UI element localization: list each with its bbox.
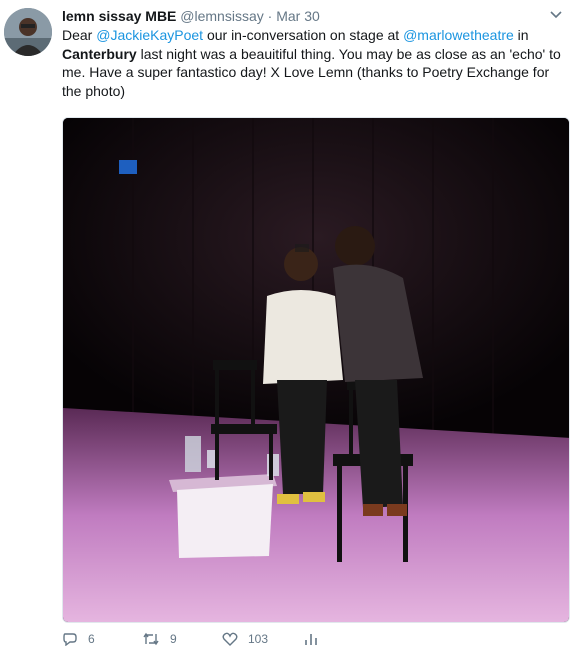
mention-link[interactable]: @marlowetheatre (403, 27, 514, 43)
avatar-image (4, 8, 52, 56)
chevron-down-icon[interactable] (549, 10, 563, 20)
reply-count: 6 (88, 632, 95, 646)
tweet-timestamp[interactable]: Mar 30 (276, 8, 320, 24)
text-segment: in (513, 27, 529, 43)
reply-action[interactable]: 6 (62, 632, 95, 646)
author-handle[interactable]: @lemnsissay (180, 8, 263, 24)
heart-icon (222, 632, 238, 646)
retweet-count: 9 (170, 632, 177, 646)
tweet-header: lemn sissay MBE @lemnsissay · Mar 30 (62, 7, 320, 25)
retweet-icon (143, 632, 159, 646)
tweet-card[interactable]: lemn sissay MBE @lemnsissay · Mar 30 Dea… (0, 0, 579, 646)
like-action[interactable]: 103 (222, 632, 268, 646)
text-segment: last night was a beauitiful thing. You m… (62, 45, 561, 99)
analytics-action[interactable] (304, 632, 318, 646)
stage-photo (63, 118, 569, 622)
author-name[interactable]: lemn sissay MBE (62, 8, 176, 24)
header-separator: · (267, 8, 273, 24)
like-count: 103 (248, 632, 269, 646)
user-avatar[interactable] (4, 8, 52, 56)
tweet-actions: 6 9 103 (62, 632, 462, 652)
tweet-photo[interactable] (62, 117, 570, 623)
text-segment: Dear (62, 27, 97, 43)
analytics-icon (305, 634, 317, 645)
place-highlight: Canterbury (62, 45, 137, 62)
retweet-action[interactable]: 9 (142, 632, 177, 646)
reply-icon (63, 633, 77, 646)
tweet-text: Dear @JackieKayPoet our in-conversation … (62, 26, 572, 100)
text-segment: our in-conversation on stage at (203, 27, 404, 43)
mention-link[interactable]: @JackieKayPoet (96, 27, 203, 43)
